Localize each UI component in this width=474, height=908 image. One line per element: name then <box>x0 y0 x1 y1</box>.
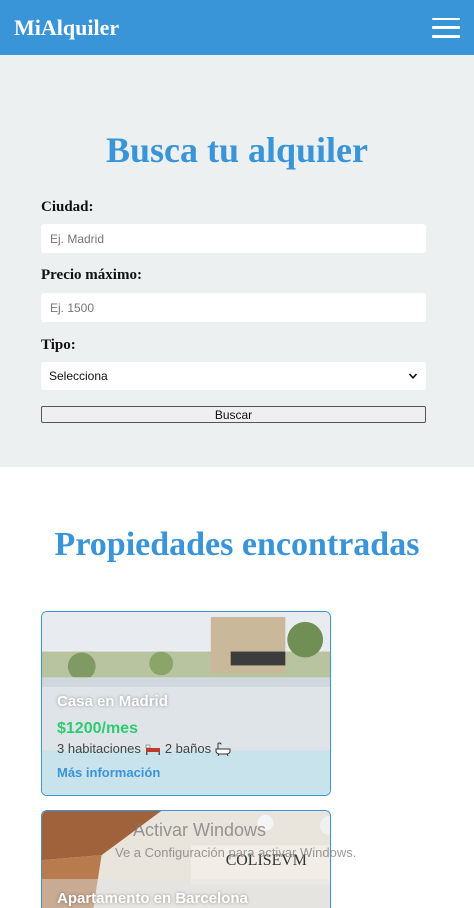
property-title: Casa en Madrid <box>57 693 168 710</box>
property-card[interactable]: COLISEVM Apartamento en Barcelona <box>41 810 331 908</box>
results-title: Propiedades encontradas <box>54 526 420 563</box>
type-select-value: Selecciona <box>49 369 108 383</box>
bathtub-icon <box>215 741 231 756</box>
more-info-link[interactable]: Más información <box>57 765 160 780</box>
baths-text: 2 baños <box>164 741 212 756</box>
card-sign-text: COLISEVM <box>226 852 307 869</box>
search-section: Busca tu alquiler Ciudad: Precio máximo:… <box>0 55 474 467</box>
chevron-down-icon <box>408 373 418 379</box>
app-logo[interactable]: MiAlquiler <box>14 15 119 41</box>
price-input[interactable] <box>41 293 426 322</box>
app-header: MiAlquiler <box>0 0 474 55</box>
rooms-text: 3 habitaciones <box>57 741 141 756</box>
bed-icon <box>145 744 160 755</box>
type-select[interactable]: Selecciona <box>41 362 426 390</box>
price-label: Precio máximo: <box>41 267 142 283</box>
property-card[interactable]: Casa en Madrid $1200/mes 3 habitaciones … <box>41 611 331 796</box>
city-input[interactable] <box>41 224 426 253</box>
search-button[interactable]: Buscar <box>41 406 426 423</box>
menu-line <box>432 17 460 20</box>
menu-line <box>432 26 460 29</box>
hamburger-menu-icon[interactable] <box>432 17 460 38</box>
property-price: $1200/mes <box>57 720 138 737</box>
search-title: Busca tu alquiler <box>105 130 369 170</box>
city-label: Ciudad: <box>41 199 94 215</box>
menu-line <box>432 35 460 38</box>
property-details: 3 habitaciones 2 baños <box>57 741 231 756</box>
type-label: Tipo: <box>41 337 76 353</box>
property-title: Apartamento en Barcelona <box>57 890 248 907</box>
